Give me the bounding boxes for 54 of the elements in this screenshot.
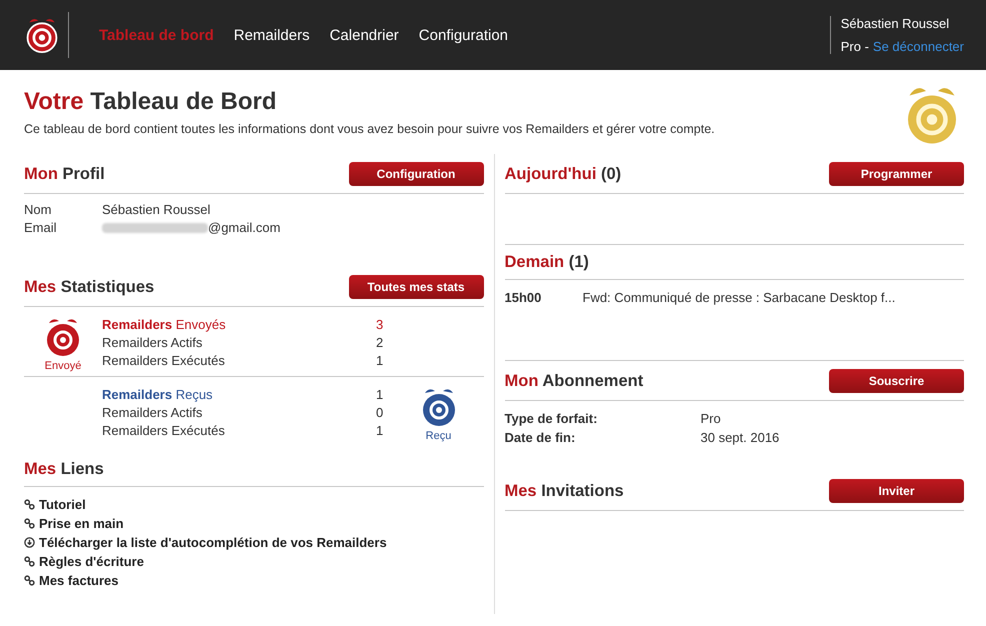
link-icon bbox=[24, 518, 35, 529]
field-value: Pro bbox=[700, 411, 721, 426]
page-title: Votre Tableau de Bord bbox=[24, 88, 278, 116]
page-description: Ce tableau de bord contient toutes les informations dont vous avez besoin pour suivre vos Remailders et gérer votre compte. bbox=[24, 122, 715, 136]
field-label: Date de fin: bbox=[504, 430, 576, 445]
field-label: Email bbox=[24, 220, 58, 235]
resource-link[interactable]: Tutoriel bbox=[24, 497, 484, 512]
resource-link[interactable]: Télécharger la liste d'autocomplétion de vos Remailders bbox=[24, 535, 484, 550]
field-label: Type de forfait: bbox=[504, 411, 598, 426]
download-icon bbox=[24, 537, 35, 548]
resource-link[interactable]: Règles d'écriture bbox=[24, 554, 484, 569]
stat-value: 1 bbox=[376, 353, 384, 368]
field-label: Nom bbox=[24, 202, 52, 217]
subscribe-button[interactable]: Souscrire bbox=[829, 369, 964, 393]
stat-value: 1 bbox=[376, 423, 384, 438]
all-stats-button[interactable]: Toutes mes stats bbox=[348, 275, 484, 299]
nav-link[interactable]: Remailders bbox=[234, 26, 310, 44]
user-name: Sébastien Roussel bbox=[840, 16, 950, 31]
section-title: Mes Invitations bbox=[504, 482, 624, 500]
section-title: Mes Liens bbox=[24, 460, 104, 479]
stat-label: Remailders Actifs bbox=[102, 335, 204, 350]
stat-label: Remailders Exécutés bbox=[102, 353, 226, 368]
stat-label: Remailders Envoyés bbox=[102, 317, 227, 332]
plan-label: Pro - bbox=[840, 39, 869, 54]
resource-link[interactable]: Mes factures bbox=[24, 573, 484, 588]
stat-value: 3 bbox=[376, 317, 384, 332]
section-title: Mon Profil bbox=[24, 164, 105, 184]
invite-button[interactable]: Inviter bbox=[829, 479, 964, 503]
link-icon bbox=[24, 556, 35, 567]
configuration-button[interactable]: Configuration bbox=[348, 162, 484, 186]
stat-value: 0 bbox=[376, 405, 384, 420]
stat-value: 2 bbox=[376, 335, 384, 350]
section-title: Mes Statistiques bbox=[24, 278, 154, 296]
icon-caption: Reçu bbox=[426, 430, 452, 442]
event-time: 15h00 bbox=[504, 290, 542, 305]
stat-value: 1 bbox=[376, 387, 384, 402]
field-value: 30 sept. 2016 bbox=[700, 430, 780, 445]
link-icon bbox=[24, 499, 35, 510]
nav-link[interactable]: Configuration bbox=[418, 26, 508, 44]
schedule-button[interactable]: Programmer bbox=[829, 162, 964, 186]
field-value: Sébastien Roussel bbox=[102, 202, 210, 217]
icon-caption: Envoyé bbox=[44, 360, 82, 372]
stat-label: Remailders Reçus bbox=[102, 387, 214, 402]
nav-link[interactable]: Calendrier bbox=[330, 26, 399, 44]
stat-label: Remailders Actifs bbox=[102, 405, 204, 420]
event-subject[interactable]: Fwd: Communiqué de presse : Sarbacane Desktop f... bbox=[582, 290, 896, 305]
section-title: Mon Abonnement bbox=[504, 372, 644, 390]
section-title: Aujourd'hui (0) bbox=[504, 164, 622, 184]
logout-link[interactable]: Se déconnecter bbox=[872, 39, 964, 54]
field-value: @gmail.com bbox=[208, 220, 280, 235]
stat-label: Remailders Exécutés bbox=[102, 423, 226, 438]
link-icon bbox=[24, 575, 35, 586]
resource-link[interactable]: Prise en main bbox=[24, 516, 484, 531]
section-title: Demain (1) bbox=[504, 253, 589, 272]
